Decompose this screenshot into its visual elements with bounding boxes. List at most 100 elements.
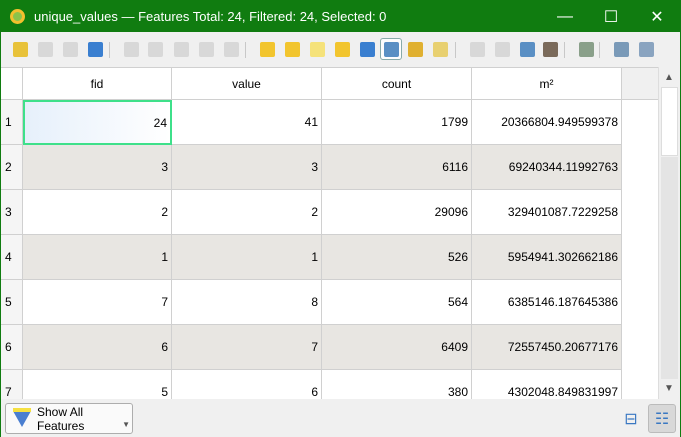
table-cell-fid[interactable]: 7	[23, 280, 172, 325]
table-cell-fid[interactable]: 1	[23, 235, 172, 280]
scroll-thumb[interactable]	[661, 87, 678, 156]
cut-icon	[173, 41, 189, 57]
select-all-button[interactable]	[281, 38, 303, 60]
paste-button[interactable]	[220, 38, 242, 60]
table-cell-area[interactable]: 69240344.11992763	[472, 145, 622, 190]
invert-selection-button[interactable]	[306, 38, 328, 60]
table-view-button[interactable]: ☷	[648, 404, 676, 433]
zoom-to-selected-button[interactable]	[429, 38, 451, 60]
scroll-track[interactable]	[661, 157, 678, 379]
save-edits-button[interactable]	[59, 38, 81, 60]
scroll-up-button[interactable]: ▲	[659, 67, 679, 87]
select-by-expression-button[interactable]	[256, 38, 278, 60]
row-number[interactable]: 4	[1, 235, 23, 280]
minimize-button[interactable]: —	[542, 1, 588, 32]
table-cell-value[interactable]: 7	[172, 325, 322, 370]
row-number[interactable]: 7	[1, 370, 23, 399]
field-calculator-icon	[542, 41, 558, 57]
table-cell-area[interactable]: 6385146.187645386	[472, 280, 622, 325]
vertical-scrollbar[interactable]: ▲ ▼	[658, 67, 679, 399]
row-number[interactable]: 3	[1, 190, 23, 235]
table-cell-value[interactable]: 41	[172, 100, 322, 145]
deselect-all-button[interactable]	[331, 38, 353, 60]
attribute-table-window: unique_values — Features Total: 24, Filt…	[0, 0, 681, 437]
table-cell-fid[interactable]: 24	[23, 100, 172, 145]
table-cell-area[interactable]: 329401087.7229258	[472, 190, 622, 235]
show-all-features-button[interactable]: Show All Features ▼	[5, 403, 133, 434]
move-selection-to-top-button[interactable]	[380, 38, 402, 60]
copy-button[interactable]	[195, 38, 217, 60]
attribute-table: fid value count m² 1 24 41 1799 20366804.949…	[1, 67, 658, 399]
column-header-fid[interactable]: fid	[23, 68, 172, 100]
cut-button[interactable]	[170, 38, 192, 60]
table-cell-value[interactable]: 8	[172, 280, 322, 325]
add-feature-button[interactable]	[120, 38, 142, 60]
maximize-button[interactable]: ☐	[588, 1, 634, 32]
scroll-down-button[interactable]: ▼	[659, 378, 679, 398]
deselect-all-icon	[334, 41, 350, 57]
table-cell-count[interactable]: 380	[322, 370, 472, 399]
form-view-button[interactable]: ⊟	[617, 404, 645, 433]
toggle-editing-button[interactable]	[9, 38, 31, 60]
corner-header[interactable]	[1, 68, 23, 100]
table-cell-count[interactable]: 29096	[322, 190, 472, 235]
table-cell-fid[interactable]: 2	[23, 190, 172, 235]
close-button[interactable]: ✕	[634, 1, 680, 32]
table-cell-area[interactable]: 20366804.949599378	[472, 100, 622, 145]
table-row[interactable]: 7 5 6 380 4302048.849831997	[1, 370, 622, 399]
table-row[interactable]: 5 7 8 564 6385146.187645386	[1, 280, 622, 325]
row-number[interactable]: 5	[1, 280, 23, 325]
delete-field-button[interactable]	[491, 38, 513, 60]
window-title: unique_values — Features Total: 24, Filt…	[34, 9, 387, 24]
new-field-button[interactable]	[466, 38, 488, 60]
table-cell-fid[interactable]: 6	[23, 325, 172, 370]
table-cell-count[interactable]: 1799	[322, 100, 472, 145]
field-calculator-edit-button[interactable]	[516, 38, 538, 60]
table-cell-count[interactable]: 564	[322, 280, 472, 325]
reload-icon	[87, 41, 103, 57]
column-header-value[interactable]: value	[172, 68, 322, 100]
table-cell-value[interactable]: 6	[172, 370, 322, 399]
dropdown-caret-icon[interactable]: ▼	[122, 420, 130, 429]
table-row[interactable]: 3 2 2 29096 329401087.7229258	[1, 190, 622, 235]
table-cell-area[interactable]: 5954941.302662186	[472, 235, 622, 280]
table-row[interactable]: 2 3 3 6116 69240344.11992763	[1, 145, 622, 190]
filter-select-button[interactable]	[356, 38, 378, 60]
table-row[interactable]: 4 1 1 526 5954941.302662186	[1, 235, 622, 280]
toolbar-separator	[455, 42, 456, 58]
pan-to-selected-button[interactable]	[404, 38, 426, 60]
delete-selected-button[interactable]	[144, 38, 166, 60]
row-number[interactable]: 2	[1, 145, 23, 190]
reload-button[interactable]	[84, 38, 106, 60]
filter-icon	[13, 407, 31, 427]
new-field-icon	[469, 41, 485, 57]
actions-icon	[638, 41, 654, 57]
row-number[interactable]: 6	[1, 325, 23, 370]
dock-attribute-table-button[interactable]	[610, 38, 632, 60]
conditional-formatting-button[interactable]	[575, 38, 597, 60]
toggle-multi-edit-button[interactable]	[34, 38, 56, 60]
column-header-area[interactable]: m²	[472, 68, 622, 100]
move-selection-to-top-icon	[383, 41, 399, 57]
conditional-formatting-icon	[578, 41, 594, 57]
table-cell-value[interactable]: 2	[172, 190, 322, 235]
table-row[interactable]: 1 24 41 1799 20366804.949599378	[1, 100, 622, 145]
table-cell-area[interactable]: 4302048.849831997	[472, 370, 622, 399]
field-calculator-button[interactable]	[539, 38, 561, 60]
table-cell-count[interactable]: 6116	[322, 145, 472, 190]
table-cell-value[interactable]: 1	[172, 235, 322, 280]
column-header-count[interactable]: count	[322, 68, 472, 100]
table-cell-count[interactable]: 526	[322, 235, 472, 280]
table-row[interactable]: 6 6 7 6409 72557450.20677176	[1, 325, 622, 370]
invert-selection-icon	[309, 41, 325, 57]
row-number[interactable]: 1	[1, 100, 23, 145]
qgis-logo-icon	[10, 9, 25, 24]
actions-button[interactable]	[635, 38, 657, 60]
table-cell-value[interactable]: 3	[172, 145, 322, 190]
table-cell-count[interactable]: 6409	[322, 325, 472, 370]
field-calculator-edit-icon	[519, 41, 535, 57]
select-by-expression-icon	[259, 41, 275, 57]
table-cell-fid[interactable]: 5	[23, 370, 172, 399]
table-cell-area[interactable]: 72557450.20677176	[472, 325, 622, 370]
table-cell-fid[interactable]: 3	[23, 145, 172, 190]
